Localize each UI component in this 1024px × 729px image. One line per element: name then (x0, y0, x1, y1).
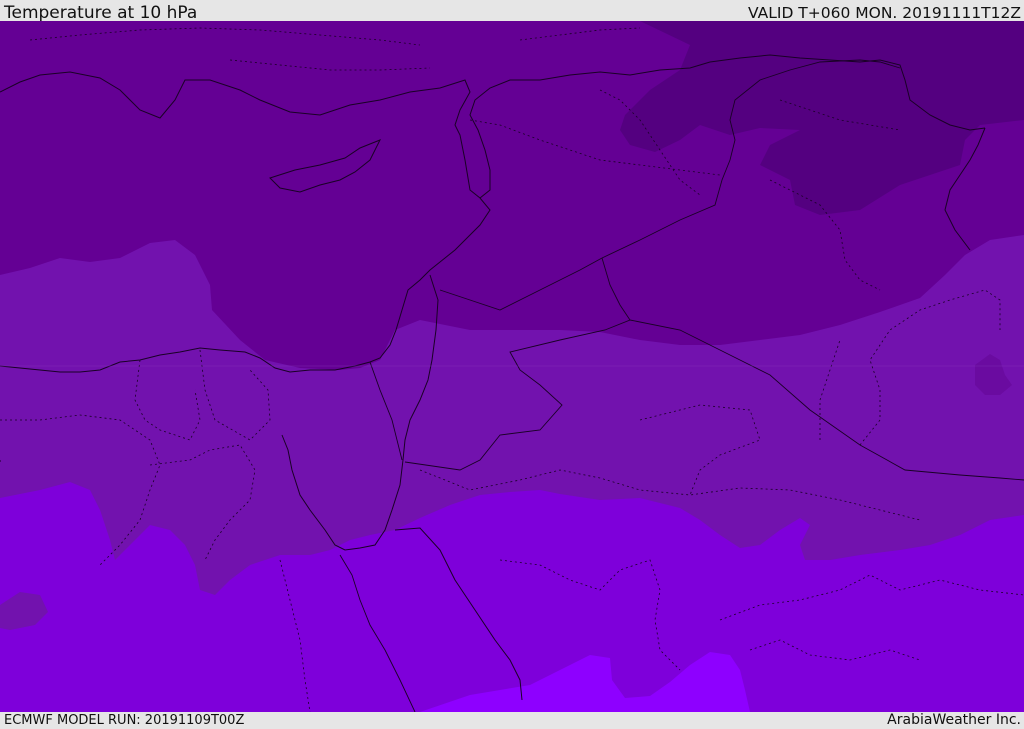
temperature-map[interactable] (0, 21, 1024, 712)
brand-label: ArabiaWeather Inc. (887, 712, 1021, 728)
map-header: Temperature at 10 hPa VALID T+060 MON. 2… (0, 0, 1024, 23)
model-run: ECMWF MODEL RUN: 20191109T00Z (4, 713, 245, 728)
map-footer: ECMWF MODEL RUN: 20191109T00Z ArabiaWeat… (0, 712, 1024, 729)
map-title: Temperature at 10 hPa (4, 3, 198, 23)
valid-time: VALID T+060 MON. 20191111T12Z (748, 4, 1021, 22)
